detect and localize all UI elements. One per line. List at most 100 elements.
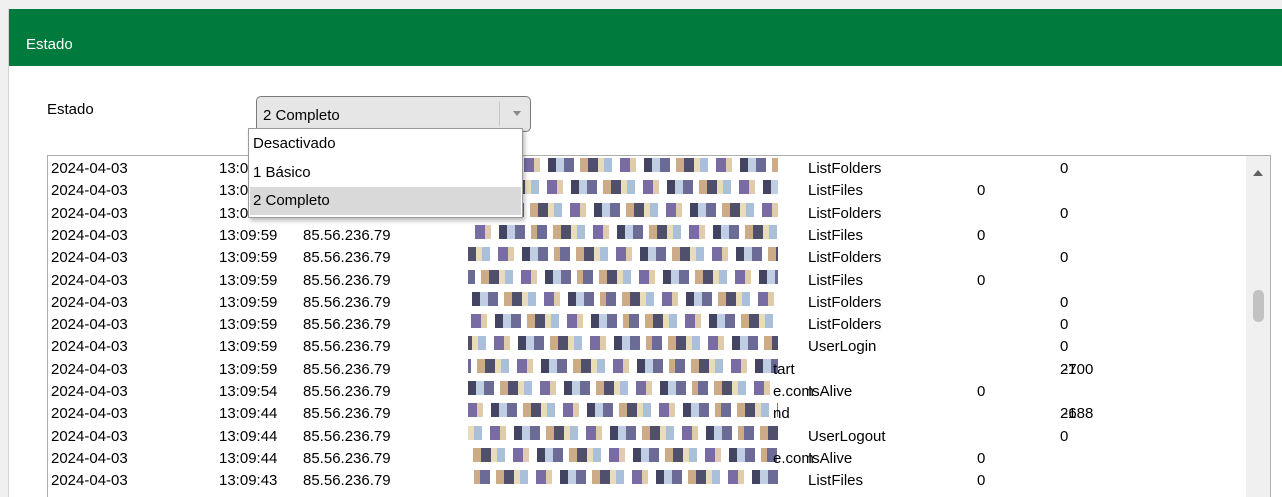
state-combobox[interactable]: 2 Completo	[256, 96, 531, 132]
cell-ip: 85.56.236.79	[303, 427, 391, 445]
table-row[interactable]: 2024-04-03 13:09:54 85.56.236.79 e.com IsAli…	[48, 381, 1248, 403]
option-desactivado[interactable]: Desactivado	[250, 130, 521, 158]
table-row[interactable]: 2024-04-03 13:0 ListFolders 0	[48, 202, 1248, 225]
redaction-block	[468, 447, 778, 462]
cell-a: 0	[977, 472, 986, 490]
log-list[interactable]: 2024-04-03 13:0 ListFolders 0 2024-04-03 13:0…	[47, 155, 1271, 497]
cell-time: 13:0	[219, 182, 249, 200]
cell-a: 0	[977, 271, 986, 289]
cell-time: 13:09:43	[219, 472, 278, 490]
table-row[interactable]: 2024-04-03 13:0 ListFiles 0	[48, 180, 1248, 202]
cell-op: ListFolders	[808, 293, 882, 311]
cell-op: IsAlive	[808, 449, 853, 467]
state-label: Estado	[47, 101, 94, 118]
table-row[interactable]: 2024-04-03 13:09:44 85.56.236.79 e.com IsAli…	[48, 447, 1248, 470]
cell-op: ListFolders	[808, 316, 882, 334]
cell-b: 0	[1060, 249, 1069, 267]
cell-a: 0	[977, 226, 986, 244]
cell-ip: 85.56.236.79	[303, 316, 391, 334]
cell-date: 2024-04-03	[51, 226, 128, 244]
cell-b: 0	[1060, 293, 1069, 311]
cell-b: 2700	[1060, 360, 1094, 378]
table-row[interactable]: 2024-04-03 13:09:44 85.56.236.79 nd -1 2688	[48, 403, 1248, 425]
cell-b: 0	[1060, 204, 1069, 222]
redacted-user	[468, 403, 798, 425]
cell-op: UserLogin	[808, 338, 877, 356]
redacted-user	[468, 425, 798, 448]
status-panel: Estado Estado 2 Completo 2024-04-03 13:0 L…	[8, 9, 1282, 497]
cell-ip: 85.56.236.79	[303, 383, 391, 400]
cell-ip: 85.56.236.79	[303, 293, 391, 311]
cell-ip: 85.56.236.79	[303, 449, 391, 467]
cell-a: 0	[977, 182, 986, 200]
vertical-scrollbar[interactable]	[1246, 156, 1270, 497]
cell-a: 0	[977, 449, 986, 467]
redacted-user	[468, 381, 798, 403]
cell-suffix: nd	[773, 405, 790, 423]
chevron-down-icon[interactable]	[513, 111, 521, 116]
cell-op: ListFolders	[808, 160, 882, 177]
combo-separator	[499, 102, 500, 126]
cell-date: 2024-04-03	[51, 427, 128, 445]
cell-ip: 85.56.236.79	[303, 405, 391, 423]
cell-time: 13:09:54	[219, 383, 278, 400]
redaction-block	[468, 425, 778, 440]
panel-header: Estado	[9, 9, 1282, 66]
cell-ip: 85.56.236.79	[303, 472, 391, 490]
cell-time: 13:09:59	[219, 360, 278, 378]
redacted-user	[468, 314, 798, 336]
cell-ip: 85.56.236.79	[303, 338, 391, 356]
table-row[interactable]: 2024-04-03 13:09:43 85.56.236.79 ListFiles 0	[48, 470, 1248, 492]
cell-time: 13:0	[219, 204, 249, 222]
cell-b: 0	[1060, 427, 1069, 445]
panel-title: Estado	[26, 36, 73, 53]
table-row[interactable]: 2024-04-03 13:09:59 85.56.236.79 UserLogin 0	[48, 336, 1248, 358]
cell-op: UserLogout	[808, 427, 886, 445]
redacted-user	[468, 224, 798, 247]
cell-date: 2024-04-03	[51, 383, 128, 400]
state-dropdown-list[interactable]: Desactivado 1 Básico 2 Completo	[248, 128, 523, 218]
cell-op: ListFolders	[808, 249, 882, 267]
cell-a: 0	[977, 383, 986, 400]
option-basico[interactable]: 1 Básico	[250, 159, 521, 187]
cell-date: 2024-04-03	[51, 316, 128, 334]
redacted-user	[468, 470, 798, 492]
cell-time: 13:09:44	[219, 405, 278, 423]
redaction-block	[468, 291, 778, 306]
table-row[interactable]: 2024-04-03 13:09:59 85.56.236.79 tart -1 2700	[48, 358, 1248, 381]
cell-date: 2024-04-03	[51, 160, 128, 177]
cell-b: 0	[1060, 338, 1069, 356]
cell-time: 13:09:59	[219, 249, 278, 267]
cell-ip: 85.56.236.79	[303, 226, 391, 244]
cell-time: 13:09:59	[219, 226, 278, 244]
redacted-user	[468, 291, 798, 314]
cell-date: 2024-04-03	[51, 449, 128, 467]
table-row[interactable]: 2024-04-03 13:09:59 85.56.236.79 ListFolder…	[48, 314, 1248, 336]
cell-date: 2024-04-03	[51, 204, 128, 222]
scroll-up-arrow-icon[interactable]	[1253, 170, 1263, 176]
cell-date: 2024-04-03	[51, 249, 128, 267]
cell-time: 13:09:59	[219, 338, 278, 356]
table-row[interactable]: 2024-04-03 13:0 ListFolders 0	[48, 158, 1248, 180]
table-row[interactable]: 2024-04-03 13:09:59 85.56.236.79 ListFolder…	[48, 291, 1248, 314]
redaction-block	[468, 358, 778, 373]
table-row[interactable]: 2024-04-03 13:09:59 85.56.236.79 ListFiles 0	[48, 269, 1248, 292]
cell-op: ListFolders	[808, 204, 882, 222]
table-row[interactable]: 2024-04-03 13:09:59 85.56.236.79 ListFiles 0	[48, 224, 1248, 247]
redaction-block	[468, 381, 778, 395]
cell-date: 2024-04-03	[51, 360, 128, 378]
option-completo[interactable]: 2 Completo	[250, 187, 521, 215]
table-row[interactable]: 2024-04-03 13:09:59 85.56.236.79 ListFolder…	[48, 247, 1248, 269]
cell-time: 13:09:59	[219, 271, 278, 289]
cell-op: ListFiles	[808, 271, 864, 289]
redaction-block	[468, 247, 778, 262]
cell-op: ListFiles	[808, 472, 864, 490]
cell-b: 0	[1060, 160, 1069, 177]
state-combobox-value: 2 Completo	[263, 107, 340, 124]
cell-time: 13:0	[219, 160, 249, 177]
scroll-thumb[interactable]	[1253, 290, 1264, 322]
cell-op: ListFiles	[808, 226, 864, 244]
cell-date: 2024-04-03	[51, 472, 128, 490]
redacted-user	[468, 358, 798, 381]
table-row[interactable]: 2024-04-03 13:09:44 85.56.236.79 UserLogout…	[48, 425, 1248, 448]
